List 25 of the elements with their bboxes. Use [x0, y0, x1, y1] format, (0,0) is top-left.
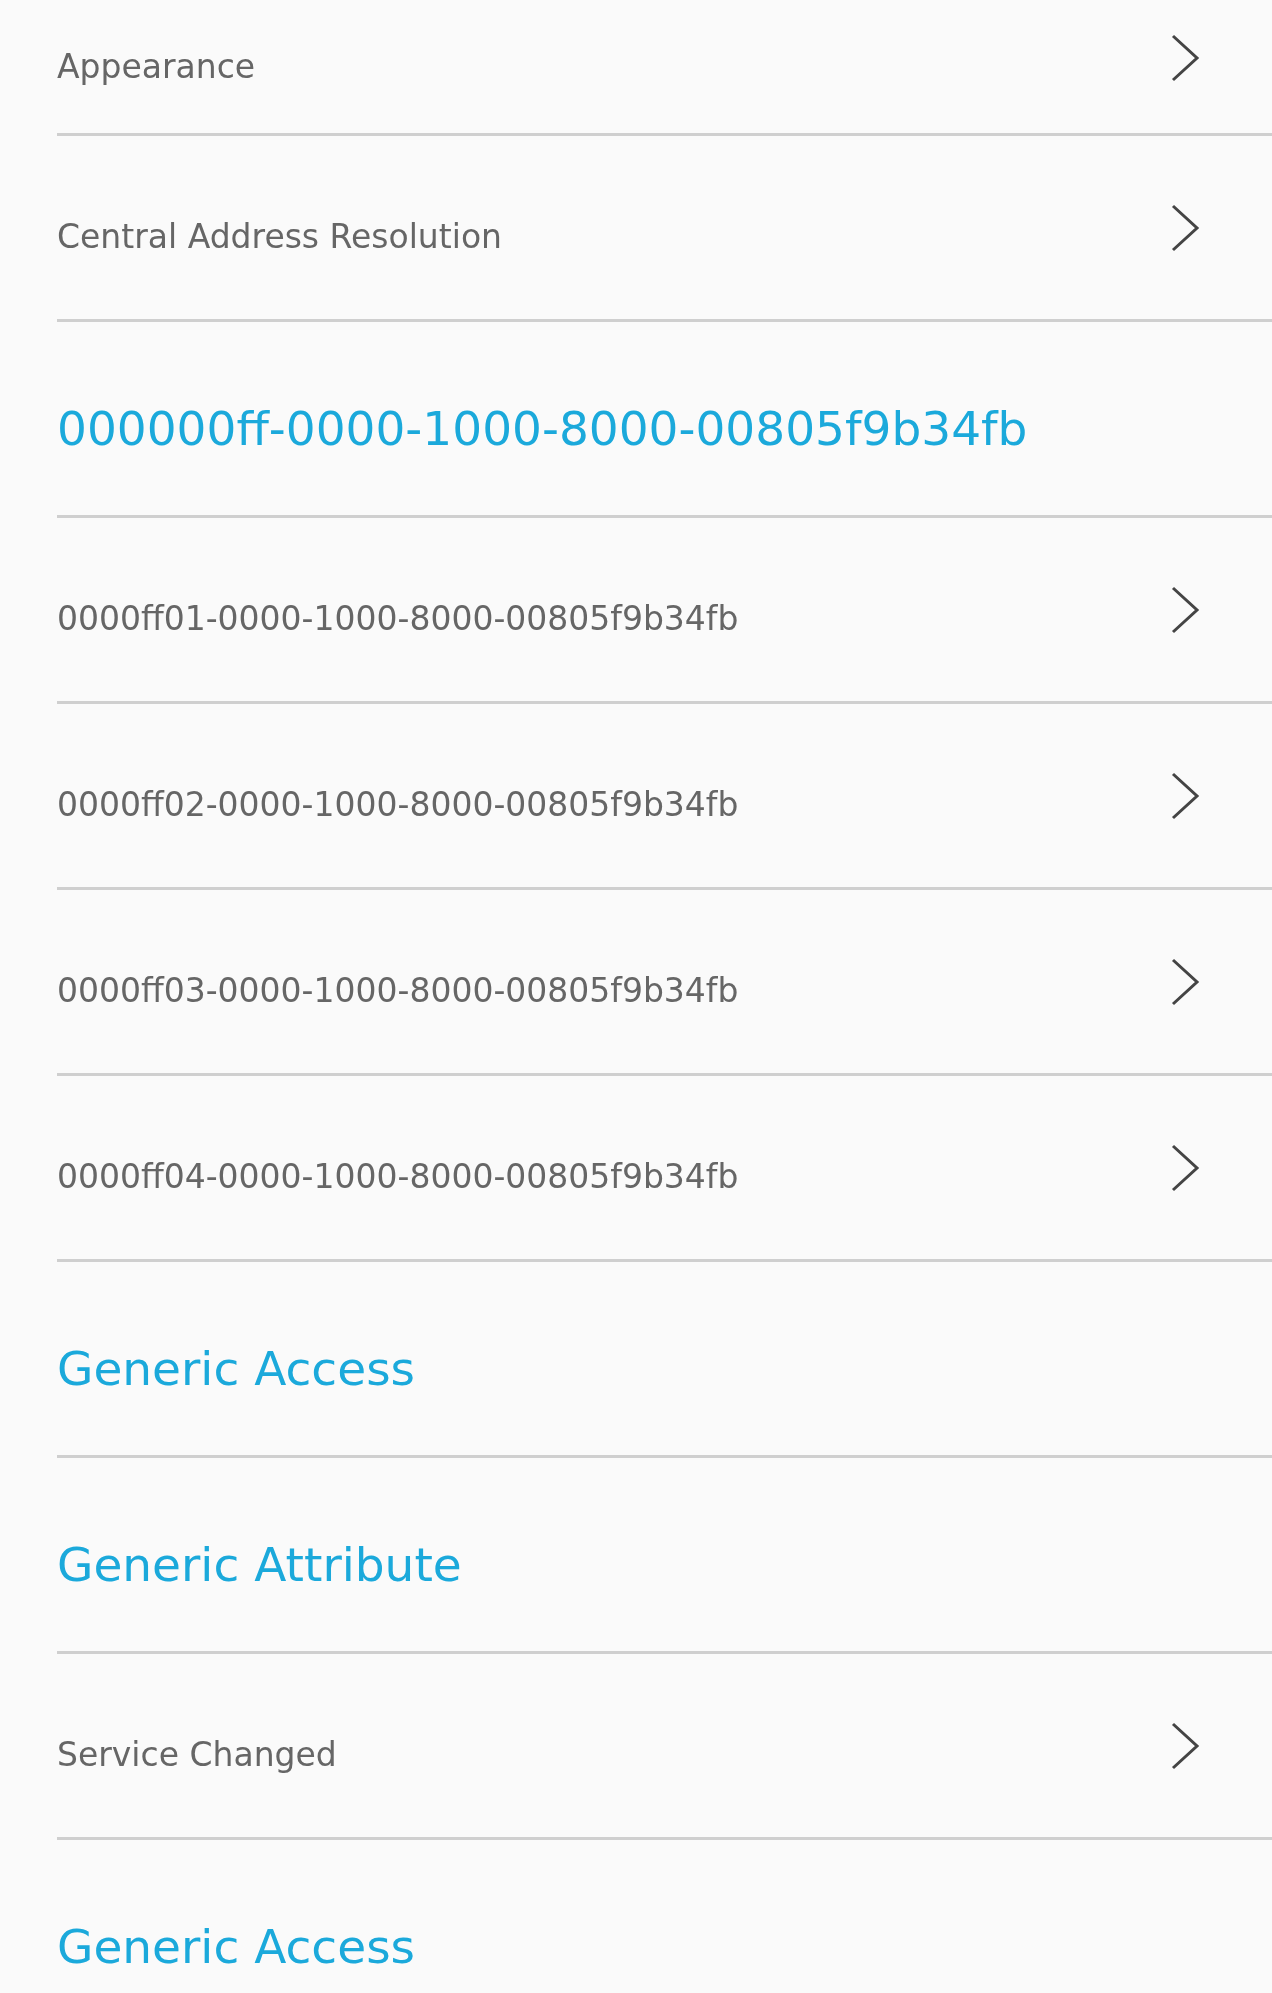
chevron-right-icon	[1170, 1720, 1200, 1771]
chevron-right-icon	[1170, 584, 1200, 635]
chevron-right-icon	[1170, 1142, 1200, 1193]
service-title: Generic Access	[57, 1919, 417, 1974]
list-item[interactable]: Appearance	[57, 0, 1272, 136]
item-label: Central Address Resolution	[57, 217, 503, 256]
chevron-right-icon	[1170, 202, 1200, 253]
service-title: Generic Access	[57, 1341, 417, 1396]
item-label: 0000ff03-0000-1000-8000-00805f9b34fb	[57, 971, 740, 1010]
list-item[interactable]: 0000ff04-0000-1000-8000-00805f9b34fb	[57, 1076, 1272, 1262]
list-item[interactable]: Central Address Resolution	[57, 136, 1272, 322]
chevron-right-icon	[1170, 770, 1200, 821]
list-item[interactable]: 0000ff03-0000-1000-8000-00805f9b34fb	[57, 890, 1272, 1076]
item-label: Service Changed	[57, 1735, 338, 1774]
service-title: 000000ff-0000-1000-8000-00805f9b34fb	[57, 401, 1029, 456]
list-item[interactable]: 0000ff02-0000-1000-8000-00805f9b34fb	[57, 704, 1272, 890]
item-label: 0000ff02-0000-1000-8000-00805f9b34fb	[57, 785, 740, 824]
chevron-right-icon	[1170, 32, 1200, 83]
item-label: 0000ff01-0000-1000-8000-00805f9b34fb	[57, 599, 740, 638]
list-item[interactable]: Service Changed	[57, 1654, 1272, 1840]
list-item[interactable]: 0000ff01-0000-1000-8000-00805f9b34fb	[57, 518, 1272, 704]
service-title: Generic Attribute	[57, 1537, 463, 1592]
item-label: 0000ff04-0000-1000-8000-00805f9b34fb	[57, 1157, 740, 1196]
item-label: Appearance	[57, 47, 257, 86]
chevron-right-icon	[1170, 956, 1200, 1007]
